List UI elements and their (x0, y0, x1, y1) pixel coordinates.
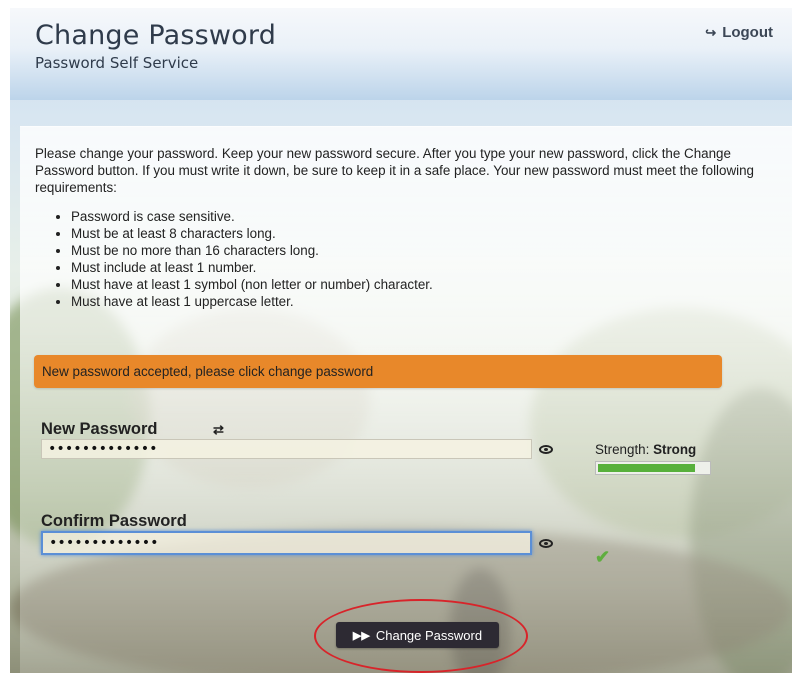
list-item: Must be no more than 16 characters long. (71, 242, 433, 259)
logout-icon: ↪ (705, 24, 717, 40)
page-header: Change Password Password Self Service ↪ … (10, 8, 792, 100)
list-item: Must be at least 8 characters long. (71, 225, 433, 242)
new-password-input[interactable] (41, 439, 532, 459)
confirm-password-label: Confirm Password (41, 512, 187, 530)
list-item: Password is case sensitive. (71, 208, 433, 225)
strength-caption: Strength: (595, 442, 650, 457)
strength-meter-fill (598, 464, 695, 472)
requirements-list: Password is case sensitive. Must be at l… (53, 208, 433, 310)
refresh-icon[interactable]: ⇄ (213, 422, 224, 438)
change-password-label: Change Password (375, 627, 483, 643)
instructions-text: Please change your password. Keep your n… (35, 146, 755, 195)
strength-value: Strong (653, 442, 697, 457)
show-confirm-password-eye-icon[interactable] (539, 539, 553, 548)
checkmark-icon: ✔ (595, 547, 611, 567)
status-alert: New password accepted, please click chan… (34, 355, 722, 388)
content-panel: Please change your password. Keep your n… (20, 126, 792, 673)
page-title: Change Password (35, 20, 277, 51)
new-password-label: New Password (41, 420, 158, 438)
page-subtitle: Password Self Service (35, 54, 199, 72)
confirm-password-input[interactable] (41, 531, 532, 555)
logout-label: Logout (722, 24, 773, 41)
logout-link[interactable]: ↪ Logout (705, 24, 773, 41)
strength-label: Strength: Strong (595, 442, 696, 457)
show-password-eye-icon[interactable] (539, 445, 553, 454)
list-item: Must have at least 1 symbol (non letter … (71, 276, 433, 293)
strength-meter (595, 461, 711, 475)
change-password-button[interactable]: ▶▶ Change Password (336, 622, 499, 648)
page-frame: Change Password Password Self Service ↪ … (10, 8, 792, 673)
list-item: Must have at least 1 uppercase letter. (71, 293, 433, 310)
fast-forward-icon: ▶▶ (352, 629, 370, 642)
list-item: Must include at least 1 number. (71, 259, 433, 276)
alert-message: New password accepted, please click chan… (42, 364, 374, 379)
